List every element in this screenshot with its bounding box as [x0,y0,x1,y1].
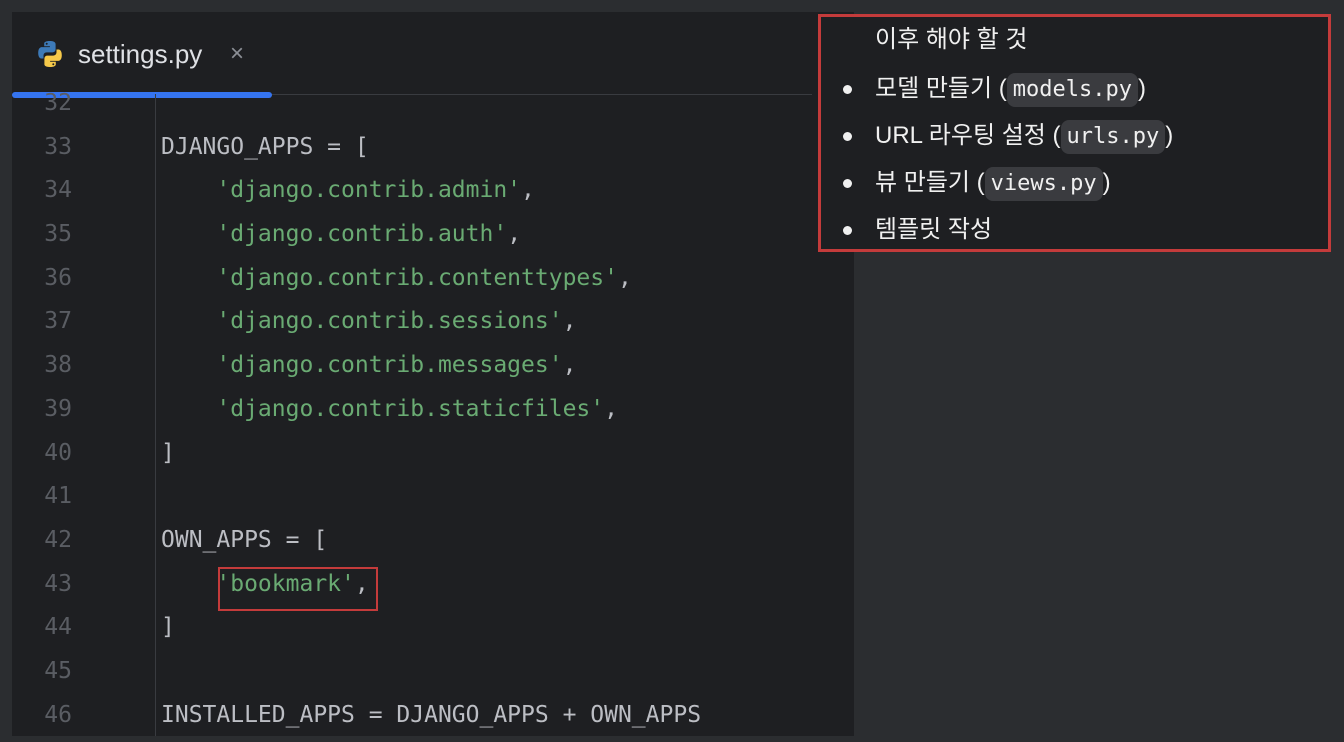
code-area[interactable]: 32 33 DJANGO_APPS = [ 34 'django.contrib.ad… [12,82,854,736]
code-token: OWN_APPS = [ [161,526,328,553]
bullet-icon [843,179,852,188]
close-icon[interactable]: × [230,38,244,70]
line-number: 34 [44,177,72,204]
code-token: ] [161,614,175,641]
code-token: ] [161,439,175,466]
line-number: 40 [44,439,72,466]
code-line[interactable]: 32 [12,82,854,126]
inline-code: models.py [1006,73,1138,107]
todo-text: 뷰 만들기 ( [875,169,985,196]
code-text: 'django.contrib.contenttypes', [161,257,632,301]
code-text: 'django.contrib.sessions', [161,300,576,344]
code-text: 'django.contrib.admin', [161,169,535,213]
code-token: , [604,395,618,422]
code-line[interactable]: 36 'django.contrib.contenttypes', [12,257,854,301]
code-line[interactable]: 39 'django.contrib.staticfiles', [12,388,854,432]
todo-suffix: ) [1102,169,1111,196]
todo-item: URL 라우팅 설정 (urls.py) [839,116,1319,163]
todo-text: URL 라우팅 설정 ( [875,122,1061,149]
line-number: 44 [44,614,72,641]
line-number: 39 [44,395,72,422]
code-line[interactable]: 35 'django.contrib.auth', [12,213,854,257]
code-line[interactable]: 42 OWN_APPS = [ [12,519,854,563]
code-text: 'django.contrib.messages', [161,344,576,388]
code-token: INSTALLED_APPS = DJANGO_APPS + OWN_APPS [161,701,702,728]
code-text: ] [161,432,175,476]
code-line[interactable]: 46 INSTALLED_APPS = DJANGO_APPS + OWN_APP… [12,694,854,736]
note-title: 이후 해야 할 것 [875,26,1028,53]
code-line[interactable]: 40] [12,432,854,476]
line-number: 32 [44,90,72,116]
line-number: 36 [44,264,72,291]
code-text: 'django.contrib.staticfiles', [161,388,618,432]
code-text: INSTALLED_APPS = DJANGO_APPS + OWN_APPS [161,694,701,736]
code-text: ] [161,606,175,650]
todo-suffix: ) [1165,122,1174,149]
line-number: 42 [44,526,72,553]
line-number: 45 [44,657,72,684]
todo-suffix: ) [1137,75,1146,102]
code-line[interactable]: 43 'bookmark', [12,563,854,611]
string-literal: 'django.contrib.sessions' [216,308,563,335]
code-token: , [521,177,535,204]
code-token: , [562,308,577,335]
code-line[interactable]: 33 DJANGO_APPS = [ [12,126,854,170]
code-line[interactable]: 34 'django.contrib.admin', [12,169,854,213]
code-editor: settings.py × 32 33 DJANGO_APPS = [ 34 'dja… [12,12,854,736]
line-number: 37 [44,308,72,335]
code-token: , [562,352,577,379]
todo-text: 템플릿 작성 [875,216,993,243]
highlight-box [218,566,378,611]
todo-text: 모델 만들기 ( [875,75,1007,102]
code-line[interactable]: 41 [12,475,854,519]
code-text: 'django.contrib.auth', [161,213,521,257]
todo-item: 템플릿 작성 [839,210,1319,257]
string-literal: 'django.contrib.auth' [216,221,508,248]
line-number: 35 [44,221,72,248]
todo-list: 모델 만들기 (models.py) URL 라우팅 설정 (urls.py) 뷰 … [839,69,1319,257]
code-token: , [617,264,632,291]
todo-item: 뷰 만들기 (views.py) [839,163,1319,210]
code-text: OWN_APPS = [ [161,519,327,563]
code-line[interactable]: 38 'django.contrib.messages', [12,344,854,388]
bullet-icon [843,85,852,94]
tab-filename: settings.py [78,39,203,69]
python-icon [34,38,66,70]
string-literal: 'django.contrib.staticfiles' [216,395,605,422]
string-literal: 'django.contrib.messages' [216,352,563,379]
code-line[interactable]: 44] [12,606,854,650]
line-number: 38 [44,352,72,379]
line-number: 33 [44,133,72,160]
line-number: 41 [44,483,72,510]
string-literal: 'django.contrib.admin' [216,177,522,204]
inline-code: urls.py [1060,120,1166,154]
string-literal: 'django.contrib.contenttypes' [216,264,618,291]
todo-note: 이후 해야 할 것 모델 만들기 (models.py) URL 라우팅 설정 (… [818,14,1331,252]
code-line[interactable]: 37 'django.contrib.sessions', [12,300,854,344]
todo-item: 모델 만들기 (models.py) [839,69,1319,116]
inline-code: views.py [984,167,1103,201]
code-text: DJANGO_APPS = [ [161,126,369,170]
code-token: DJANGO_APPS = [ [161,133,369,160]
line-number: 46 [44,701,72,728]
bullet-icon [843,132,852,141]
bullet-icon [843,226,852,235]
code-line[interactable]: 45 [12,650,854,694]
code-token: , [507,221,522,248]
line-number: 43 [44,570,72,597]
